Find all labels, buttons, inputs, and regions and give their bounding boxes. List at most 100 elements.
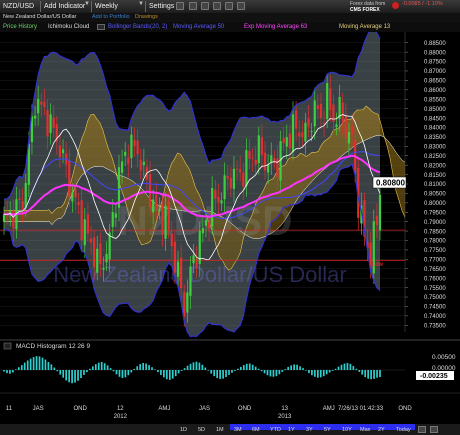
legend-ichimoku[interactable]: Ichimoku Cloud (48, 22, 89, 32)
chevron-down-icon: ▼ (84, 1, 90, 7)
zoom-button[interactable]: Max (360, 427, 370, 433)
candle-body (176, 261, 180, 277)
zoom-button[interactable]: 3Y (306, 427, 313, 433)
timestamp: 7/26/13 01:42:33 (338, 406, 384, 412)
candle-body (207, 222, 211, 229)
candle-body (40, 101, 43, 105)
low-marker-label: Low (372, 262, 384, 268)
add-indicator-button[interactable]: Add Indicator (44, 1, 85, 12)
candle-body (298, 132, 301, 137)
candle-body (83, 219, 86, 246)
legend-settings-icon[interactable] (97, 24, 105, 30)
candle-body (285, 137, 288, 147)
zoom-button[interactable]: 5Y (324, 427, 331, 433)
zoom-button[interactable]: 6M (252, 427, 260, 433)
zoom-button[interactable]: YTD (270, 427, 281, 433)
settings-button[interactable]: Settings (149, 1, 174, 12)
price-tick-label: 0.87000 (424, 69, 446, 75)
refresh-icon[interactable] (176, 2, 184, 10)
save-icon[interactable] (237, 2, 245, 10)
candle-body (341, 102, 344, 123)
candle-body (127, 157, 130, 164)
candle-body (186, 292, 189, 313)
time-tick-label: OND (238, 406, 252, 412)
candle-body (120, 161, 124, 173)
scroll-left-icon[interactable] (418, 426, 426, 433)
candle-body (294, 110, 298, 129)
candle-body (158, 209, 161, 212)
candle-body (93, 237, 96, 268)
candle-body (58, 145, 62, 158)
candle-body (24, 183, 27, 209)
share-icon[interactable] (225, 2, 233, 10)
macd-panel: MACD Histogram 12 26 9 0.00500 0.00000 -… (0, 339, 460, 392)
print-icon[interactable] (189, 2, 197, 10)
candle-body (71, 192, 74, 202)
candle-body (21, 201, 24, 210)
candle-body (235, 168, 239, 170)
zoom-button[interactable]: Today (396, 427, 411, 433)
candle-body (350, 126, 354, 135)
zoom-button[interactable]: 1M (216, 427, 224, 433)
zoom-button[interactable]: 3M (234, 427, 242, 433)
candle-body (61, 149, 65, 154)
zoom-out-icon[interactable] (213, 2, 221, 10)
drawings-link[interactable]: Drawings (135, 13, 158, 22)
price-tick-label: 0.77000 (424, 258, 446, 264)
price-tick-label: 0.88500 (424, 41, 446, 47)
candle-body (307, 118, 310, 127)
candle-body (347, 131, 351, 144)
zoom-button[interactable]: 1Y (288, 427, 295, 433)
candle-body (263, 152, 267, 171)
price-tick-label: 0.78500 (424, 229, 446, 235)
price-tick-label: 0.80500 (424, 192, 446, 198)
candle-body (139, 159, 142, 171)
price-tick-label: 0.73500 (424, 323, 446, 329)
candle-body (288, 133, 291, 149)
symbol-label[interactable]: NZD/USD (3, 1, 34, 12)
candle-body (136, 140, 139, 155)
candle-body (267, 164, 270, 173)
zoom-button[interactable]: 1D (180, 427, 187, 433)
candle-body (102, 267, 105, 270)
candle-body (46, 110, 49, 137)
scroll-right-icon[interactable] (430, 426, 438, 433)
candle-body (74, 187, 77, 198)
candle-body (173, 241, 177, 273)
legend-ma50[interactable]: Moving Average 50 (173, 22, 224, 32)
time-tick-label: AMJ (323, 406, 335, 412)
zoom-in-icon[interactable] (201, 2, 209, 10)
add-to-portfolio-link[interactable]: Add to Portfolio (92, 13, 130, 22)
toolbar-divider (40, 1, 41, 12)
candle-body (254, 159, 257, 165)
candle-body (335, 124, 338, 128)
candle-body (257, 135, 260, 164)
price-chart[interactable]: NZDUSD New Zealand Dollar/US Dollar 0.88… (0, 32, 460, 424)
legend-price-history[interactable]: Price History (3, 22, 37, 32)
candle-body (201, 228, 204, 234)
zoom-button[interactable]: 10Y (342, 427, 352, 433)
candle-body (223, 175, 226, 200)
candle-body (195, 258, 198, 267)
candle-body (260, 137, 264, 155)
period-select[interactable]: Weekly (95, 1, 118, 12)
price-tick-label: 0.77500 (424, 248, 446, 254)
candle-body (313, 100, 316, 127)
candle-body (239, 169, 242, 173)
zoom-button[interactable]: 5D (198, 427, 205, 433)
zoom-button[interactable]: 2Y (378, 427, 385, 433)
candle-body (232, 168, 236, 189)
candle-body (316, 105, 319, 109)
price-tick-label: 0.79500 (424, 210, 446, 216)
candle-body (226, 176, 229, 179)
time-tick-label: JAS (199, 406, 210, 412)
legend-ema63[interactable]: Exp Moving Average 63 (244, 22, 307, 32)
candle-body (248, 150, 251, 159)
time-tick-label: 13 (281, 406, 288, 412)
candle-body (130, 134, 133, 159)
macd-collapse-icon[interactable] (3, 342, 12, 350)
time-tick-label: OND (74, 406, 88, 412)
price-tick-label: 0.86500 (424, 79, 446, 85)
legend-ma13[interactable]: Moving Average 13 (339, 22, 390, 32)
legend-bollinger[interactable]: Bollinger Bands(20, 2) (108, 22, 167, 32)
